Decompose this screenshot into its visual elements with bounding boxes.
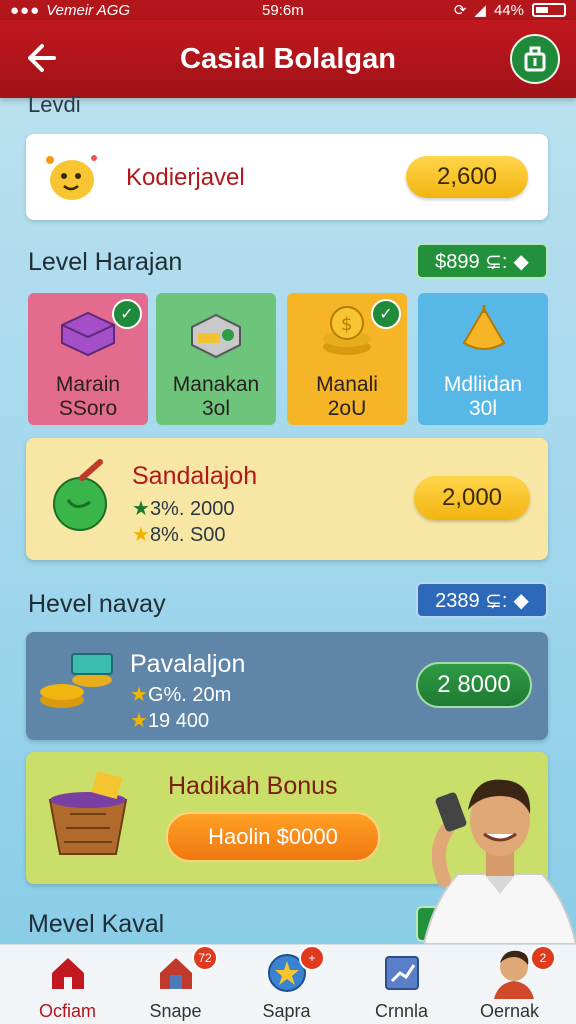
section2-tag[interactable]: 2389 ⊊: ◆: [416, 582, 548, 618]
nav-badge: 72: [192, 945, 218, 971]
section-level-harajan: Level Harajan: [28, 248, 183, 276]
tile-marain[interactable]: ✓ Marain SSoro: [28, 293, 148, 425]
nav-item-sapra[interactable]: + Sapra: [229, 945, 344, 1024]
sandalajoh-card[interactable]: Sandalajoh ★3%. 2000 ★8%. S00 2,000: [26, 438, 548, 560]
cash-register-icon: [191, 313, 241, 359]
nav-label: Oernak: [479, 1001, 540, 1021]
bonus-claim-button[interactable]: Haolin $0000: [166, 812, 380, 862]
tile-line2: 30l: [468, 397, 498, 420]
wallet-button[interactable]: [510, 34, 560, 84]
chart-icon: [385, 956, 419, 990]
section-hevel-navay: Hevel navay: [28, 590, 166, 618]
nav-item-snape[interactable]: 72 Snape: [118, 945, 233, 1024]
coins-icon: [40, 653, 113, 708]
status-right: ⟳ ◢ 44%: [454, 1, 566, 19]
star-icon: ★: [130, 684, 148, 706]
pavalaljon-title: Pavalaljon: [130, 650, 246, 678]
tile-manakan[interactable]: Manakan 3ol: [156, 293, 276, 425]
tile-line1: Mdliidan: [443, 373, 523, 396]
status-bar: ●●● Vemeir AGG 59:6m ⟳ ◢ 44%: [0, 0, 576, 20]
pavalaljon-line2-text: 19 400: [147, 710, 210, 732]
box-icon: [61, 311, 115, 357]
pavalaljon-line2: ★19 400: [130, 708, 209, 733]
treasure-basket-icon: [48, 771, 128, 855]
pavalaljon-line1: ★G%. 20m: [130, 682, 231, 707]
pavalaljon-value[interactable]: 2 8000: [416, 662, 532, 708]
green-apple-icon: [53, 459, 107, 531]
level-summary-value[interactable]: 2,600: [406, 156, 528, 198]
bottom-nav: Ocfiam 72 Snape + Sapra Crnnla 2 Oernak: [0, 944, 576, 1024]
section1-tag[interactable]: $899 ⊊: ◆: [416, 243, 548, 279]
nav-label: Ocfiam: [38, 1001, 96, 1021]
level-summary-card[interactable]: Kodierjavel 2,600: [26, 134, 548, 220]
coin-stack-icon: $: [323, 306, 371, 355]
check-icon: ✓: [112, 299, 142, 329]
sandalajoh-title: Sandalajoh: [132, 462, 258, 490]
sandalajoh-line1: ★3%. 2000: [132, 496, 234, 521]
level-summary-name: Kodierjavel: [126, 164, 245, 191]
tile-line1: Marain: [55, 373, 121, 396]
star-icon: ★: [130, 710, 148, 732]
diamond-icon: ◆: [513, 250, 529, 273]
section1-tag-label: $899 ⊊:: [435, 250, 508, 273]
signal-icon: ◢: [474, 2, 486, 19]
tile-line1: Manakan: [172, 373, 260, 396]
sync-icon: ⟳: [453, 2, 467, 19]
nav-badge: 2: [530, 945, 556, 971]
diamond-icon: ◆: [513, 589, 529, 612]
character-illustration: [424, 779, 576, 944]
back-arrow-icon[interactable]: [20, 38, 60, 78]
tile-manali[interactable]: $ ✓ Manali 2oU: [287, 293, 407, 425]
spinning-top-icon: [462, 305, 506, 350]
nav-label: Snape: [149, 1001, 202, 1021]
sandalajoh-line1-text: 3%. 2000: [149, 498, 235, 520]
tile-line2: 3ol: [201, 397, 231, 420]
house-icon: [160, 958, 192, 989]
nav-item-home[interactable]: Ocfiam: [10, 945, 125, 1024]
svg-text:$: $: [341, 314, 352, 335]
star-icon: ★: [132, 524, 150, 546]
section2-tag-label: 2389 ⊊:: [435, 589, 508, 612]
pavalaljon-line1-text: G%. 20m: [147, 684, 232, 706]
tile-line1: Manali: [316, 373, 378, 396]
nav-badge: +: [299, 945, 325, 971]
section-mevel-kaval: Mevel Kaval: [28, 910, 165, 938]
carrier-name: Vemeir AGG: [46, 1, 131, 19]
app-header: Casial Bolalgan: [0, 20, 576, 98]
battery-icon: [532, 3, 566, 17]
tile-mdliidan[interactable]: Mdliidan 30l: [418, 293, 548, 425]
page-title: Casial Bolalgan: [180, 42, 396, 75]
sandalajoh-line2: ★8%. S00: [132, 522, 226, 547]
pavalaljon-card[interactable]: Pavalaljon ★G%. 20m ★19 400 2 8000: [26, 632, 548, 740]
nav-item-oernak[interactable]: 2 Oernak: [452, 945, 567, 1024]
nav-label: Sapra: [262, 1001, 311, 1021]
bonus-title: Hadikah Bonus: [168, 772, 338, 800]
signal-dots: ●●●: [10, 1, 41, 19]
partial-level-heading: Levdi: [28, 92, 81, 117]
tile-line2: SSoro: [58, 397, 118, 420]
nav-item-crnnla[interactable]: Crnnla: [344, 945, 459, 1024]
sandalajoh-value[interactable]: 2,000: [414, 476, 530, 520]
nav-label: Crnnla: [374, 1001, 429, 1021]
sandalajoh-line2-text: 8%. S00: [149, 524, 226, 546]
battery-percent: 44%: [493, 1, 524, 19]
tile-line2: 2oU: [327, 397, 367, 420]
home-icon: [52, 958, 84, 989]
wallet-icon: [524, 46, 546, 72]
star-icon: ★: [132, 498, 150, 520]
check-icon: ✓: [371, 299, 401, 329]
clock: 59:6m: [262, 1, 304, 19]
mascot-icon: [46, 155, 97, 200]
